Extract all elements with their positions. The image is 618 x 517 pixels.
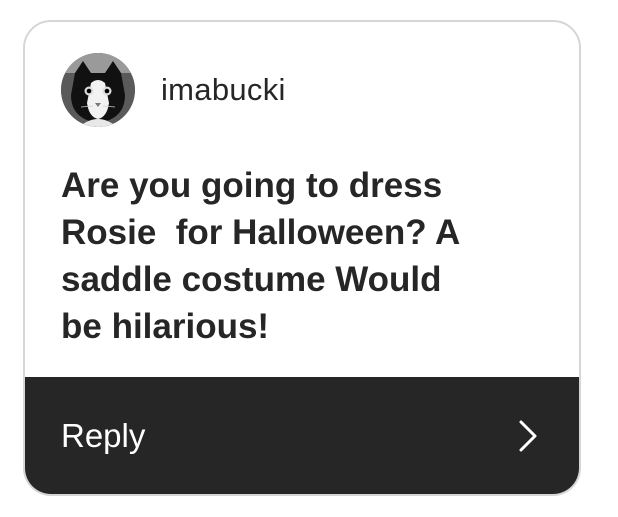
comment-text: Are you going to dress Rosie for Hallowe…	[61, 166, 461, 346]
comment-card: imabucki Are you going to dress Rosie fo…	[23, 20, 581, 496]
reply-label: Reply	[61, 416, 146, 454]
username[interactable]: imabucki	[161, 72, 286, 108]
avatar[interactable]	[61, 53, 135, 127]
comment-header: imabucki	[61, 52, 286, 128]
chevron-right-icon	[519, 420, 537, 451]
reply-button[interactable]: Reply	[25, 377, 579, 494]
cat-avatar-icon	[61, 53, 135, 127]
